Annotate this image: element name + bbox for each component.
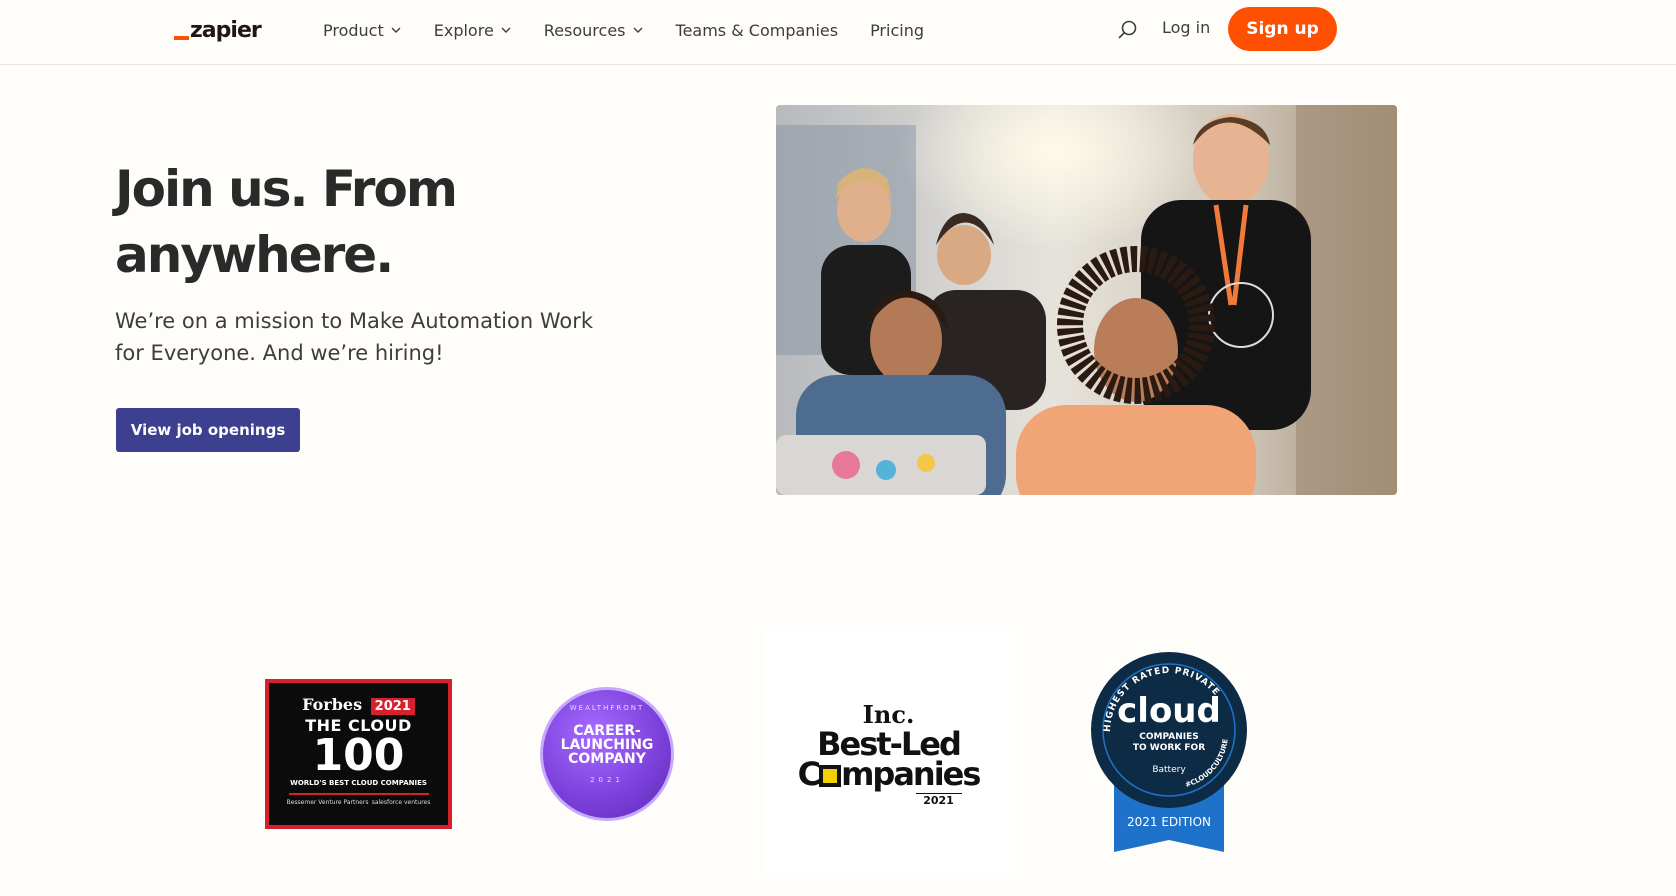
cloud-culture-badge-graphic: HIGHEST RATED PRIVATE #CLOUDCULTURE clou… xyxy=(1091,652,1247,852)
nav-resources[interactable]: Resources xyxy=(544,21,644,40)
cloud-line1: COMPANIES xyxy=(1139,732,1198,742)
wealthfront-year: 2021 xyxy=(590,776,624,784)
wealthfront-brand: WEALTHFRONT xyxy=(569,704,645,712)
wealthfront-title: CAREER-LAUNCHING COMPANY xyxy=(560,723,654,767)
inc-best-led-companies-badge: Inc. Best-Led Cmpanies 2021 xyxy=(762,630,1015,878)
logo-underscore-mark xyxy=(174,36,189,40)
chevron-down-icon xyxy=(501,27,511,33)
inc-year: 2021 xyxy=(915,793,962,807)
nav-explore[interactable]: Explore xyxy=(434,21,512,40)
forbes-line2: 100 xyxy=(312,730,405,781)
inc-line2: Cmpanies xyxy=(762,758,1015,790)
nav-resources-label: Resources xyxy=(543,20,626,40)
forbes-line3: WORLD'S BEST CLOUD COMPANIES xyxy=(290,779,427,787)
main-nav: Product Explore Resources Teams & Compan… xyxy=(323,18,956,42)
nav-product[interactable]: Product xyxy=(323,21,402,40)
team-photo xyxy=(776,105,1397,495)
forbes-year: 2021 xyxy=(370,698,415,715)
search-icon[interactable] xyxy=(1117,19,1139,41)
zapier-logo[interactable]: zapier xyxy=(174,17,262,43)
cloud-edition: 2021 EDITION xyxy=(1127,815,1211,829)
forbes-brand: Forbes xyxy=(302,695,363,714)
view-job-openings-button[interactable]: View job openings xyxy=(116,408,300,452)
chevron-down-icon xyxy=(633,27,643,33)
nav-teams-companies[interactable]: Teams & Companies xyxy=(676,21,839,40)
inc-line2-start: C xyxy=(797,755,822,793)
forbes-partner-bessemer: Bessemer Venture Partners xyxy=(286,799,369,806)
team-photo-illustration xyxy=(776,105,1397,495)
wealthfront-career-launching-badge: WEALTHFRONT CAREER-LAUNCHING COMPANY 202… xyxy=(540,687,674,821)
logo-text: zapier xyxy=(190,18,262,43)
top-navigation-bar: zapier Product Explore Resources Teams &… xyxy=(0,0,1676,65)
nav-product-label: Product xyxy=(323,20,384,40)
hero-title: Join us. From anywhere. xyxy=(115,160,458,284)
cloud-sponsor: Battery xyxy=(1152,765,1186,775)
forbes-partners: Bessemer Venture Partners salesforce ven… xyxy=(269,799,448,806)
nav-teams-label: Teams & Companies xyxy=(675,20,839,40)
login-link[interactable]: Log in xyxy=(1162,18,1210,37)
forbes-brand-row: Forbes 2021 xyxy=(269,695,448,715)
nav-pricing-label: Pricing xyxy=(870,20,924,40)
cloud-culture-badge: HIGHEST RATED PRIVATE #CLOUDCULTURE clou… xyxy=(1090,652,1248,856)
cloud-line2: TO WORK FOR xyxy=(1133,743,1205,753)
hero-subtitle: We’re on a mission to Make Automation Wo… xyxy=(115,309,594,365)
cloud-title: cloud xyxy=(1117,691,1221,731)
nav-pricing[interactable]: Pricing xyxy=(870,21,924,40)
forbes-cloud-100-badge: Forbes 2021 THE CLOUD 100 WORLD'S BEST C… xyxy=(265,679,452,829)
forbes-partner-salesforce: salesforce ventures xyxy=(371,799,431,806)
inc-yellow-square xyxy=(819,765,842,787)
signup-button[interactable]: Sign up xyxy=(1228,7,1337,51)
nav-explore-label: Explore xyxy=(433,20,494,40)
forbes-divider xyxy=(288,793,429,795)
chevron-down-icon xyxy=(391,27,401,33)
inc-line2-end: mpanies xyxy=(841,755,981,793)
